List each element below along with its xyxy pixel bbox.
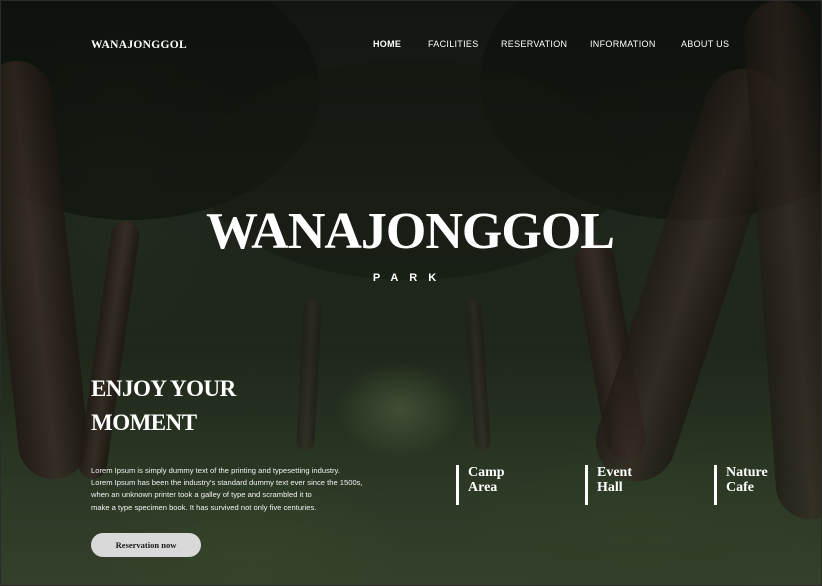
facility-camp-area[interactable]: Camp Area (456, 465, 505, 505)
nav-information[interactable]: INFORMATION (590, 39, 656, 49)
facility-label-line-1: Camp (468, 465, 505, 480)
nav-facilities[interactable]: FACILITIES (428, 39, 479, 49)
facility-label-line-2: Area (468, 480, 498, 495)
intro-body-line: Lorem Ipsum is simply dummy text of the … (91, 466, 340, 475)
hero-subtitle: PARK (372, 272, 448, 284)
nav-about-us[interactable]: ABOUT US (681, 39, 729, 49)
intro-body-text: Lorem Ipsum is simply dummy text of the … (91, 465, 421, 514)
facility-label-line-2: Hall (597, 480, 623, 495)
facility-nature-cafe[interactable]: Nature Cafe (714, 465, 768, 505)
nav-home[interactable]: HOME (373, 39, 401, 49)
reservation-now-button[interactable]: Reservation now (91, 533, 201, 557)
facility-event-hall[interactable]: Event Hall (585, 465, 632, 505)
intro-headline-line-2: MOMENT (91, 410, 197, 435)
nav-reservation[interactable]: RESERVATION (501, 39, 567, 49)
facility-label-line-2: Cafe (726, 480, 754, 495)
intro-body-line: Lorem Ipsum has been the industry's stan… (91, 478, 363, 488)
intro-body-line: make a type specimen book. It has surviv… (91, 502, 317, 512)
facility-label-line-1: Nature (726, 465, 768, 480)
intro-headline-line-1: ENJOY YOUR (91, 376, 236, 401)
brand-logo[interactable]: WANAJONGGOL (91, 39, 187, 51)
intro-body-line: when an unknown printer took a galley of… (91, 490, 312, 500)
facility-label-line-1: Event (597, 465, 632, 480)
intro-headline: ENJOY YOUR MOMENT (91, 372, 311, 440)
hero-title: WANAJONGGOL (206, 203, 615, 260)
